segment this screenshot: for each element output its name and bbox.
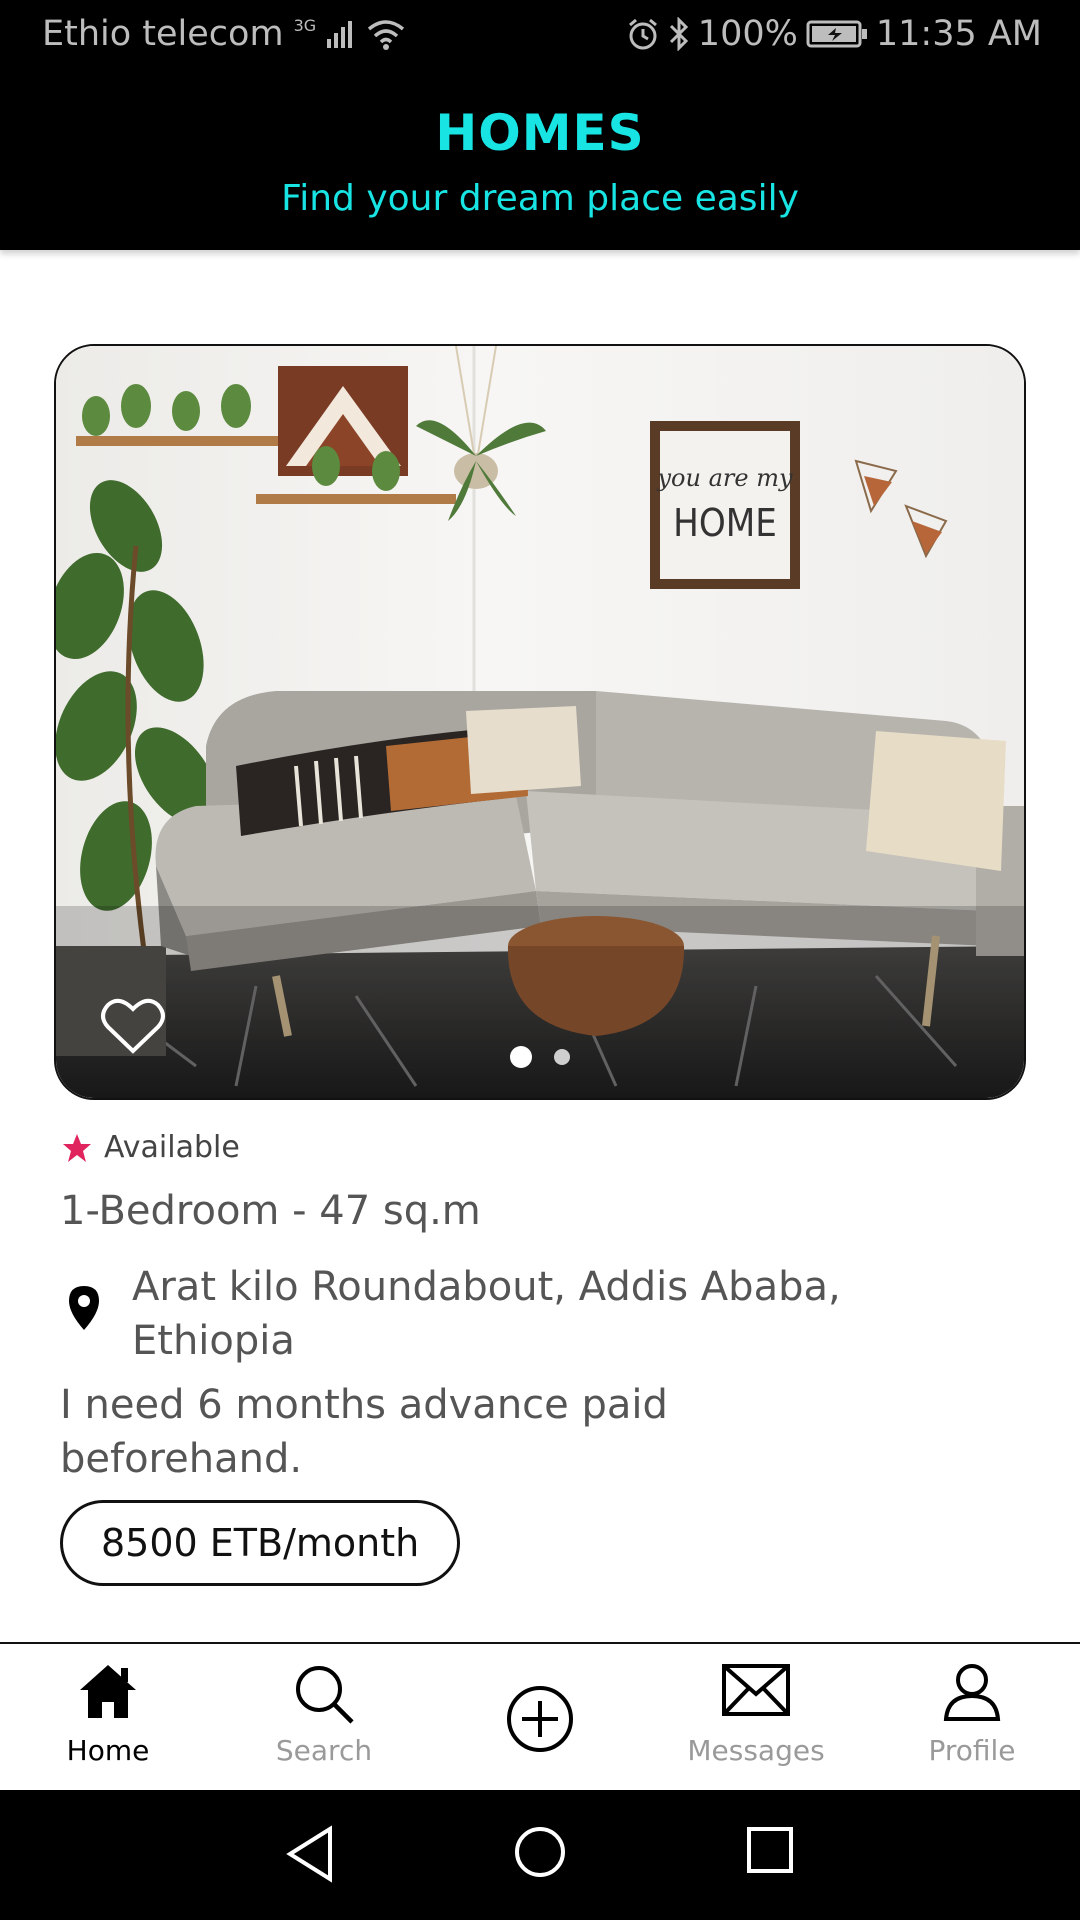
price-amount: 8500 ETB bbox=[101, 1521, 284, 1565]
location-row: Arat kilo Roundabout, Addis Ababa, Ethio… bbox=[66, 1260, 966, 1368]
bluetooth-icon bbox=[669, 17, 688, 51]
nav-home-label: Home bbox=[66, 1734, 150, 1767]
wifi-icon bbox=[368, 20, 405, 50]
location-pin-icon bbox=[69, 1286, 99, 1330]
carousel-dot[interactable] bbox=[554, 1049, 570, 1065]
system-navigation-bar bbox=[0, 1790, 1080, 1920]
search-icon bbox=[296, 1666, 354, 1724]
frame-script-text: you are my bbox=[656, 464, 792, 492]
nav-add[interactable] bbox=[432, 1644, 648, 1792]
price-unit: /month bbox=[283, 1521, 420, 1565]
price-tag: 8500 ETB/month bbox=[60, 1500, 461, 1586]
app-subtitle: Find your dream place easily bbox=[281, 178, 799, 219]
listing-address: Arat kilo Roundabout, Addis Ababa, Ethio… bbox=[132, 1264, 841, 1364]
nav-messages[interactable]: Messages bbox=[648, 1644, 864, 1792]
frame-home-text: HOME bbox=[673, 501, 777, 545]
availability-label: Available bbox=[104, 1130, 240, 1165]
envelope-icon bbox=[722, 1664, 790, 1716]
add-circle-icon bbox=[507, 1686, 573, 1752]
back-icon[interactable] bbox=[284, 1825, 336, 1883]
listing-note: I need 6 months advance paid beforehand. bbox=[60, 1382, 668, 1482]
nav-profile[interactable]: Profile bbox=[864, 1644, 1080, 1792]
battery-charging-icon bbox=[806, 20, 867, 48]
network-type: 3G bbox=[293, 15, 317, 35]
app-header: HOMES Find your dream place easily bbox=[0, 74, 1080, 250]
alarm-icon bbox=[628, 18, 657, 50]
listing-image-carousel[interactable]: you are my HOME bbox=[54, 344, 1026, 1100]
clock: 11:35 AM bbox=[875, 14, 1042, 54]
nav-home[interactable]: Home bbox=[0, 1644, 216, 1792]
recents-square-icon[interactable] bbox=[745, 1825, 795, 1875]
app-title: HOMES bbox=[435, 104, 645, 162]
status-bar: Ethio telecom 3G 100% 11:35 AM bbox=[0, 0, 1080, 74]
nav-search[interactable]: Search bbox=[216, 1644, 432, 1792]
nav-profile-label: Profile bbox=[928, 1734, 1016, 1767]
home-circle-icon[interactable] bbox=[513, 1825, 567, 1879]
bottom-navigation: Home Search Messages Profile bbox=[0, 1642, 1080, 1792]
user-icon bbox=[943, 1664, 1001, 1721]
living-room-photo: you are my HOME bbox=[56, 346, 1024, 1098]
nav-search-label: Search bbox=[275, 1734, 373, 1767]
nav-messages-label: Messages bbox=[687, 1734, 825, 1767]
carousel-dot-active[interactable] bbox=[510, 1046, 532, 1068]
battery-percent: 100% bbox=[697, 14, 798, 54]
carrier-name: Ethio telecom bbox=[42, 14, 284, 54]
star-icon bbox=[63, 1133, 91, 1162]
signal-icon bbox=[327, 21, 353, 48]
availability-row: Available bbox=[62, 1130, 240, 1165]
carousel-indicator bbox=[56, 1046, 1024, 1068]
home-icon bbox=[80, 1665, 136, 1718]
listing-details: 1-Bedroom - 47 sq.m bbox=[60, 1188, 481, 1234]
